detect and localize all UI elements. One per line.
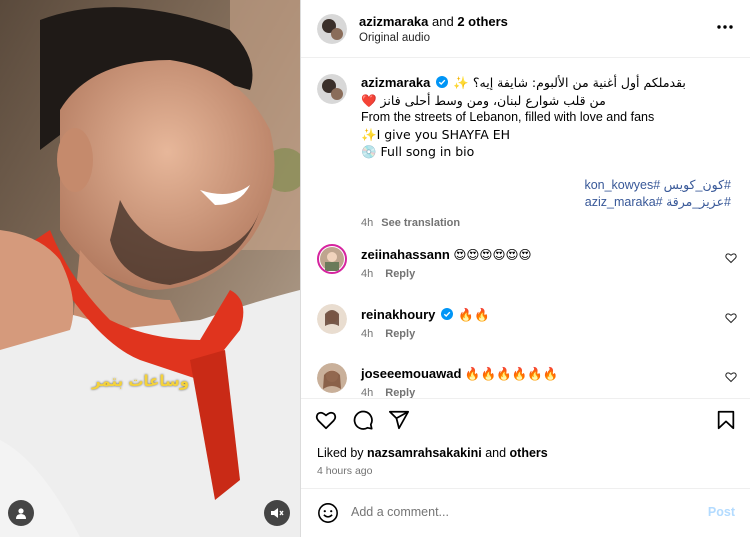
hashtag-line-2[interactable]: #عزيز_مرقة #aziz_maraka (361, 194, 731, 211)
comment-avatar[interactable] (317, 244, 347, 274)
caption-line-5: 💿 Full song in bio (361, 144, 475, 159)
post-details-panel: azizmaraka and 2 others Original audio a… (300, 0, 750, 537)
comment-row: joseeemouawad 🔥🔥🔥🔥🔥🔥 4h Reply (301, 355, 750, 398)
video-caption-overlay: وساعات بتمر (92, 372, 190, 390)
verified-badge-icon (440, 308, 453, 320)
add-comment-bar: Post (301, 488, 750, 537)
header-and: and (432, 14, 454, 29)
speaker-muted-icon (271, 508, 284, 518)
caption-time[interactable]: 4h (361, 217, 373, 229)
comment-time[interactable]: 4h (361, 387, 373, 398)
caption-line-2: من قلب شوارع لبنان، ومن وسط أحلى فانز ❤️ (361, 93, 606, 108)
comment-row: reinakhoury 🔥🔥 4h Reply (301, 296, 750, 354)
header-avatar[interactable] (317, 14, 347, 44)
reply-button[interactable]: Reply (385, 328, 415, 340)
comment-username[interactable]: zeiinahassann (361, 247, 450, 262)
header-username[interactable]: azizmaraka (359, 14, 428, 29)
see-translation-link[interactable]: See translation (381, 217, 460, 229)
like-comment-heart-icon[interactable] (725, 252, 737, 264)
caption-line-1: بقدملكم أول أغنية من الألبوم: شايفة إيه؟… (453, 75, 686, 90)
comment-time[interactable]: 4h (361, 268, 373, 280)
post-header: azizmaraka and 2 others Original audio (301, 0, 750, 58)
like-heart-icon[interactable] (315, 409, 337, 431)
user-icon (16, 508, 26, 519)
liked-by-others[interactable]: others (510, 446, 548, 460)
liked-by-user[interactable]: nazsamrahsakakini (367, 446, 482, 460)
emoji-icon[interactable] (317, 502, 339, 524)
video-frame (0, 0, 300, 537)
mute-button[interactable] (264, 500, 290, 526)
tagged-users-button[interactable] (8, 500, 34, 526)
comment-row: zeiinahassann 😍😍😍😍😍😍 4h Reply (301, 236, 750, 294)
post-actions: Liked by nazsamrahsakakini and others 4 … (301, 398, 750, 496)
caption-avatar[interactable] (317, 74, 347, 104)
verified-badge-icon (435, 76, 448, 88)
like-comment-heart-icon[interactable] (725, 312, 737, 324)
reply-button[interactable]: Reply (385, 387, 415, 398)
caption-body: azizmaraka بقدملكم أول أغنية من الألبوم:… (361, 74, 731, 232)
comment-time[interactable]: 4h (361, 328, 373, 340)
like-comment-heart-icon[interactable] (725, 371, 737, 383)
comment-input[interactable] (351, 505, 671, 519)
reply-button[interactable]: Reply (385, 268, 415, 280)
liked-by-and: and (485, 446, 507, 460)
comments-scroll[interactable]: azizmaraka بقدملكم أول أغنية من الألبوم:… (301, 58, 750, 398)
more-options-icon[interactable] (715, 20, 735, 34)
comment-username[interactable]: joseeemouawad (361, 366, 461, 381)
comment-avatar[interactable] (317, 363, 347, 393)
post-timestamp[interactable]: 4 hours ago (317, 465, 372, 477)
caption-username[interactable]: azizmaraka (361, 75, 430, 90)
header-title: azizmaraka and 2 others (359, 14, 508, 29)
comment-text: 🔥🔥 (458, 307, 490, 322)
comment-username[interactable]: reinakhoury (361, 307, 435, 322)
audio-link[interactable]: Original audio (359, 32, 430, 44)
save-bookmark-icon[interactable] (715, 409, 737, 431)
caption-line-4: ✨I give you SHAYFA EH (361, 127, 511, 142)
post-media-video[interactable]: وساعات بتمر (0, 0, 300, 537)
comment-text: 🔥🔥🔥🔥🔥🔥 (464, 366, 559, 381)
comment-text: 😍😍😍😍😍😍 (453, 247, 532, 262)
comment-avatar[interactable] (317, 304, 347, 334)
hashtag-line-1[interactable]: #كون_كويس #kon_kowyes (361, 177, 731, 194)
share-icon[interactable] (388, 409, 410, 431)
likes-summary: Liked by nazsamrahsakakini and others (317, 446, 548, 460)
caption-line-3: From the streets of Lebanon, filled with… (361, 110, 655, 124)
comment-icon[interactable] (352, 409, 374, 431)
header-others[interactable]: 2 others (457, 14, 508, 29)
liked-by-prefix: Liked by (317, 446, 364, 460)
post-comment-button[interactable]: Post (708, 505, 735, 519)
